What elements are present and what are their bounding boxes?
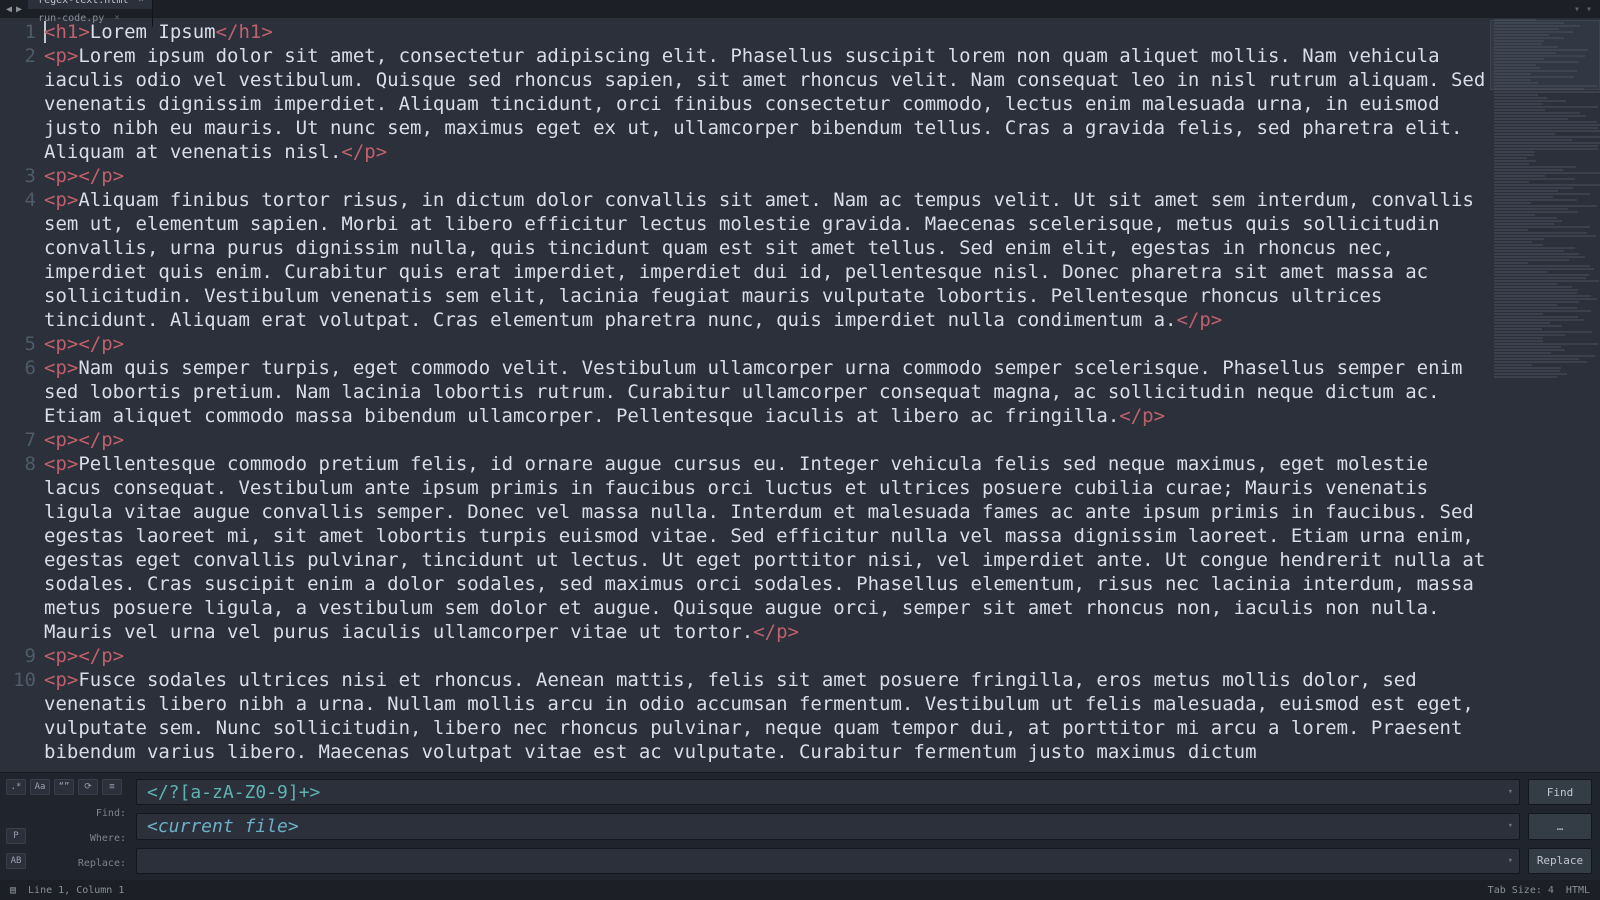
toggle-regex[interactable]: .* [6,779,26,795]
find-value: </?[a-zA-Z0-9]+> [147,782,320,803]
text-content: Lorem Ipsum [90,21,216,43]
menu-icon[interactable]: ▾ [1574,4,1580,15]
html-tag: <p> [44,189,78,211]
html-tag: </h1> [216,21,273,43]
line-number: 6 [0,356,44,428]
find-options: .* Aa “” ⟳ ≡ Find: P Where: AB Replace: [0,773,136,880]
find-replace-panel: .* Aa “” ⟳ ≡ Find: P Where: AB Replace: … [0,772,1600,880]
code-area[interactable]: <h1>Lorem Ipsum</h1><p>Lorem ipsum dolor… [44,18,1490,772]
where-label: Where: [90,833,126,844]
code-line[interactable]: <p>Nam quis semper turpis, eget commodo … [44,356,1490,428]
back-icon[interactable]: ◀ [6,4,12,15]
html-tag: </p> [78,165,124,187]
html-tag: </p> [341,141,387,163]
history-dropdown-icon[interactable]: ▾ [1508,787,1513,797]
history-dropdown-icon[interactable]: ▾ [1508,856,1513,866]
html-tag: <p> [44,333,78,355]
html-tag: </p> [78,429,124,451]
html-tag: <p> [44,45,78,67]
html-tag: </p> [78,333,124,355]
html-tag: </p> [753,621,799,643]
text-content: Pellentesque commodo pretium felis, id o… [44,453,1497,643]
html-tag: </p> [1119,405,1165,427]
code-line[interactable]: <p>Lorem ipsum dolor sit amet, consectet… [44,44,1490,164]
find-button[interactable]: Find [1528,779,1592,805]
where-value: <current file> [147,816,299,837]
toggle-word[interactable]: “” [54,779,74,795]
html-tag: <p> [44,165,78,187]
code-line[interactable]: <p></p> [44,428,1490,452]
code-line[interactable]: <p></p> [44,332,1490,356]
html-tag: <p> [44,357,78,379]
forward-icon[interactable]: ▶ [16,4,22,15]
html-tag: <p> [44,669,78,691]
line-number: 7 [0,428,44,452]
tab-label: regex-text.html [38,0,128,6]
where-input[interactable]: <current file> ▾ [136,813,1520,839]
minimap[interactable] [1490,18,1600,772]
code-line[interactable]: <p></p> [44,644,1490,668]
text-content: Aliquam finibus tortor risus, in dictum … [44,189,1485,331]
toggle-case[interactable]: Aa [30,779,50,795]
line-number: 5 [0,332,44,356]
line-number: 8 [0,452,44,644]
menu-icon[interactable]: ▤ [10,885,16,896]
code-line[interactable]: <p></p> [44,164,1490,188]
history-nav: ◀ ▶ [0,4,28,15]
replace-label: Replace: [78,858,126,869]
editor: 12345678910 <h1>Lorem Ipsum</h1><p>Lorem… [0,18,1600,772]
line-number: 9 [0,644,44,668]
where-button[interactable]: … [1528,813,1592,839]
toggle-in-selection[interactable]: ≡ [102,779,122,795]
replace-button[interactable]: Replace [1528,848,1592,874]
line-number: 4 [0,188,44,332]
close-icon[interactable]: × [138,0,143,5]
replace-input[interactable]: ▾ [136,848,1520,874]
syntax-mode[interactable]: HTML [1566,885,1590,896]
cursor-position[interactable]: Line 1, Column 1 [28,885,124,896]
line-number: 3 [0,164,44,188]
text-content: Nam quis semper turpis, eget commodo vel… [44,357,1474,427]
window-controls: ▾ ▾ [1566,4,1600,15]
line-number: 2 [0,44,44,164]
text-content: Lorem ipsum dolor sit amet, consectetur … [44,45,1497,163]
html-tag: <p> [44,429,78,451]
code-line[interactable]: <h1>Lorem Ipsum</h1> [44,20,1490,44]
html-tag: <p> [44,453,78,475]
tab-size[interactable]: Tab Size: 4 [1488,885,1554,896]
tab-regex-text-html[interactable]: regex-text.html × [28,0,153,9]
line-number: 10 [0,668,44,764]
find-input[interactable]: </?[a-zA-Z0-9]+> ▾ [136,779,1520,805]
toggle-wrap[interactable]: ⟳ [78,779,98,795]
html-tag: </p> [1176,309,1222,331]
code-line[interactable]: <p>Aliquam finibus tortor risus, in dict… [44,188,1490,332]
html-tag: <p> [44,645,78,667]
menu-icon[interactable]: ▾ [1586,4,1592,15]
status-bar: ▤ Line 1, Column 1 Tab Size: 4 HTML [0,880,1600,900]
titlebar: ◀ ▶ regex-text.html×run-code.py× ▾ ▾ [0,0,1600,18]
html-tag: </p> [78,645,124,667]
history-dropdown-icon[interactable]: ▾ [1508,821,1513,831]
html-tag: <h1> [44,21,90,43]
find-label: Find: [96,808,126,819]
code-line[interactable]: <p>Fusce sodales ultrices nisi et rhoncu… [44,668,1490,764]
code-line[interactable]: <p>Pellentesque commodo pretium felis, i… [44,452,1490,644]
text-content: Fusce sodales ultrices nisi et rhoncus. … [44,669,1485,763]
line-number-gutter: 12345678910 [0,18,44,772]
